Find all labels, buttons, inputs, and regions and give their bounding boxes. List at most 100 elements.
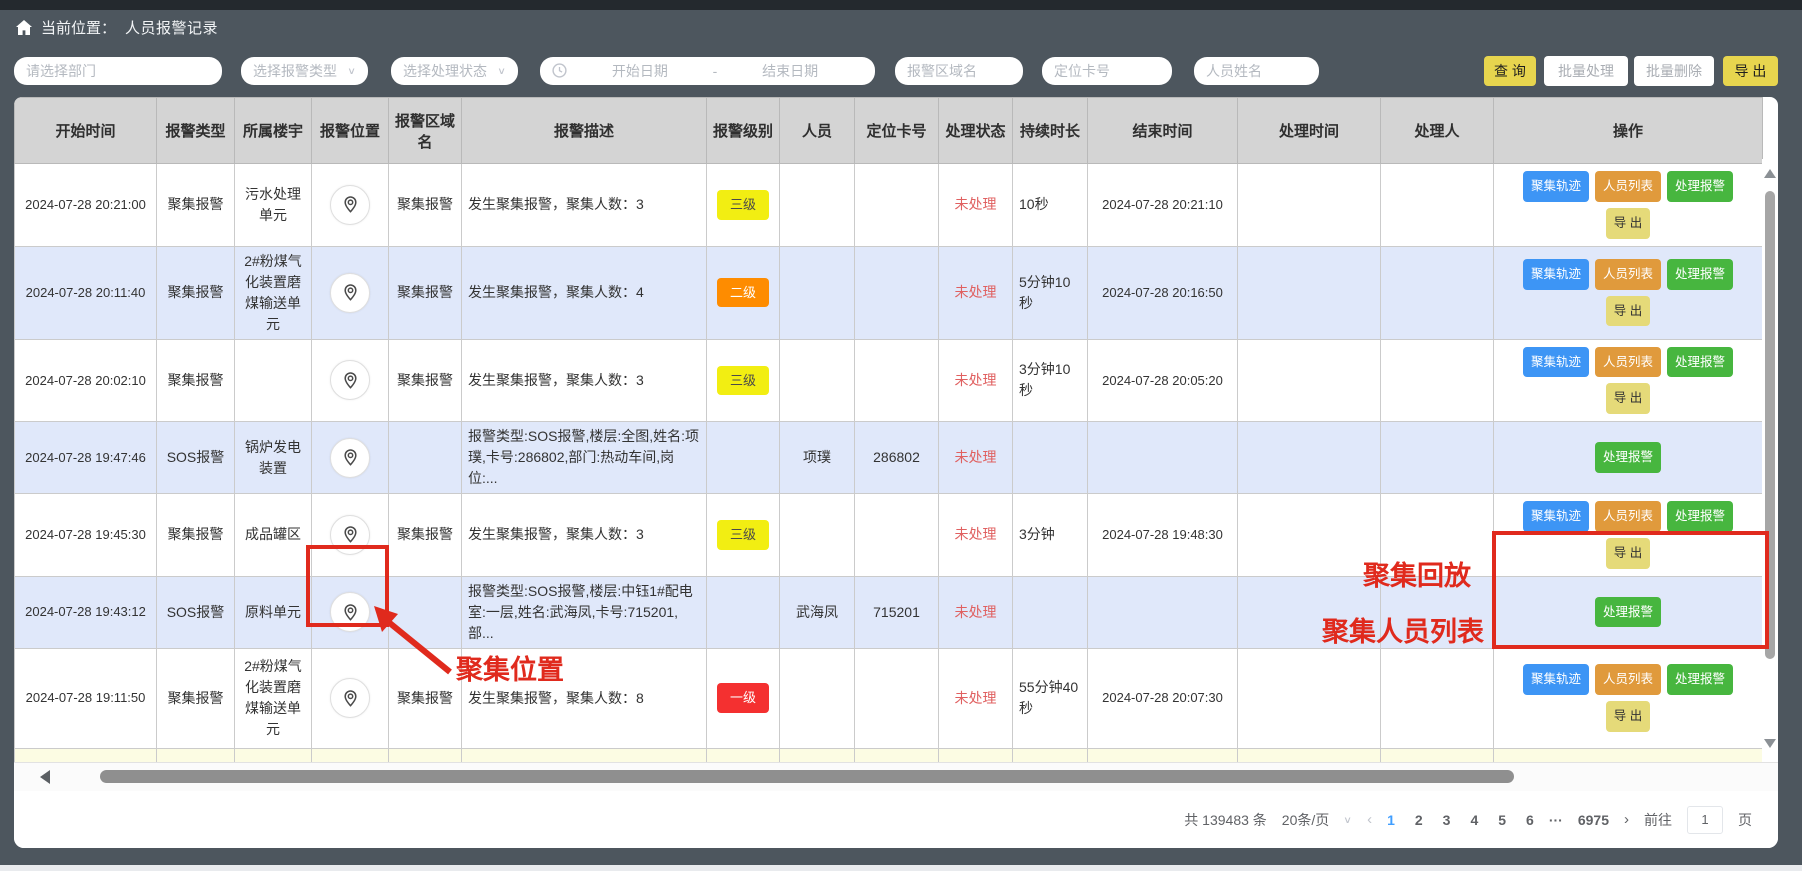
cell-alarm-type: 聚集报警 — [157, 648, 235, 748]
handle-status-select[interactable]: 选择处理状态∨ — [391, 57, 518, 85]
cell-card-number — [855, 339, 939, 422]
page-size-select[interactable]: 20条/页 ∨ — [1282, 810, 1352, 830]
location-pin-icon[interactable] — [330, 360, 370, 400]
cell-alarm-position — [312, 494, 389, 577]
cell-person — [780, 648, 855, 748]
handle-action-button[interactable]: 处理报警 — [1595, 442, 1661, 473]
vertical-scroll-thumb[interactable] — [1765, 191, 1775, 659]
cell-alarm-type: 超员报警 — [157, 748, 235, 762]
cell-alarm-description: 报警类型:SOS报警,楼层:全图,姓名:项璞,卡号:286802,部门:热动车间… — [462, 422, 707, 494]
page-number-button[interactable]: 5 — [1498, 812, 1506, 828]
cell-start-time: 2024-07-28 19:47:46 — [15, 422, 157, 494]
scroll-up-arrow-icon[interactable] — [1764, 169, 1776, 178]
location-pin-icon[interactable] — [330, 592, 370, 632]
end-date-input[interactable]: 结束日期 — [717, 61, 863, 81]
list-action-button[interactable]: 人员列表 — [1595, 259, 1661, 290]
cell-alarm-area: 聚集报警 — [389, 339, 462, 422]
cell-alarm-position — [312, 422, 389, 494]
track-action-button[interactable]: 聚集轨迹 — [1523, 347, 1589, 378]
batch-delete-button[interactable]: 批量删除 — [1634, 56, 1714, 86]
department-input[interactable]: 请选择部门 — [14, 57, 222, 85]
export-action-button[interactable]: 导 出 — [1606, 383, 1650, 414]
location-pin-icon[interactable] — [330, 678, 370, 718]
cell-handler — [1381, 576, 1494, 648]
cell-end-time: 2024-07-28 20:16:50 — [1088, 246, 1238, 339]
handle-action-button[interactable]: 处理报警 — [1667, 347, 1733, 378]
goto-label: 前往 — [1644, 810, 1672, 830]
horizontal-scroll-thumb[interactable] — [100, 770, 1514, 783]
handle-action-button[interactable]: 处理报警 — [1667, 664, 1733, 695]
batch-handle-button[interactable]: 批量处理 — [1544, 56, 1628, 86]
list-action-button[interactable]: 人员列表 — [1595, 501, 1661, 532]
location-pin-icon[interactable] — [330, 185, 370, 225]
page-number-button[interactable]: 4 — [1470, 812, 1478, 828]
cell-alarm-type: 聚集报警 — [157, 494, 235, 577]
cell-alarm-type: SOS报警 — [157, 576, 235, 648]
list-action-button[interactable]: 人员列表 — [1595, 347, 1661, 378]
chevron-down-icon: ∨ — [347, 65, 356, 76]
cell-operations: 处理报警 — [1494, 422, 1763, 494]
card-number-input[interactable]: 定位卡号 — [1042, 57, 1172, 85]
location-pin-icon[interactable] — [330, 515, 370, 555]
table-header: 开始时间报警类型所属楼宇报警位置报警区域名报警描述报警级别人员定位卡号处理状态持… — [15, 98, 1763, 164]
cell-duration: 5分钟10秒 — [1013, 246, 1088, 339]
scroll-left-arrow-icon[interactable] — [40, 770, 50, 784]
location-pin-icon[interactable] — [330, 438, 370, 478]
cell-handler — [1381, 748, 1494, 762]
export-action-button[interactable]: 导 出 — [1606, 701, 1650, 732]
goto-page-input[interactable] — [1687, 806, 1723, 834]
alarm-type-select[interactable]: 选择报警类型∨ — [241, 57, 368, 85]
export-action-button[interactable]: 导 出 — [1606, 208, 1650, 239]
prev-page-button[interactable]: ‹ — [1367, 811, 1372, 828]
alarm-area-input[interactable]: 报警区域名 — [895, 57, 1023, 85]
cell-alarm-type: 聚集报警 — [157, 246, 235, 339]
cell-handle-status: 未处理 — [939, 164, 1013, 247]
cell-alarm-position — [312, 339, 389, 422]
handle-action-button[interactable]: 处理报警 — [1595, 597, 1661, 628]
export-button[interactable]: 导 出 — [1723, 56, 1778, 86]
cell-alarm-type: SOS报警 — [157, 422, 235, 494]
vertical-scrollbar[interactable] — [1762, 159, 1778, 762]
handle-action-button[interactable]: 处理报警 — [1667, 171, 1733, 202]
last-page-button[interactable]: 6975 — [1578, 812, 1609, 828]
person-name-input[interactable]: 人员姓名 — [1194, 57, 1319, 85]
query-button[interactable]: 查 询 — [1484, 56, 1536, 86]
start-date-input[interactable]: 开始日期 — [567, 61, 713, 81]
cell-alarm-type: 聚集报警 — [157, 164, 235, 247]
date-range-picker[interactable]: 开始日期 - 结束日期 — [540, 57, 875, 85]
cell-start-time: 2024-07-28 19:45:30 — [15, 494, 157, 577]
page-ellipsis: ··· — [1549, 812, 1563, 828]
page-number-button[interactable]: 3 — [1443, 812, 1451, 828]
cell-person — [780, 164, 855, 247]
page-number-button[interactable]: 2 — [1415, 812, 1423, 828]
track-action-button[interactable]: 聚集轨迹 — [1523, 259, 1589, 290]
track-action-button[interactable]: 聚集轨迹 — [1523, 171, 1589, 202]
cell-alarm-description: 发生聚集报警，聚集人数：3 — [462, 164, 707, 247]
next-page-button[interactable]: › — [1624, 811, 1629, 828]
export-action-button[interactable]: 导 出 — [1606, 538, 1650, 569]
handle-action-button[interactable]: 处理报警 — [1667, 259, 1733, 290]
cell-handle-status: 未处理 — [939, 246, 1013, 339]
cell-building: 锅炉发电装置 — [235, 422, 312, 494]
column-header: 处理人 — [1381, 98, 1494, 164]
export-action-button[interactable]: 导 出 — [1606, 296, 1650, 327]
column-header: 报警区域名 — [389, 98, 462, 164]
cell-handle-status: 未处理 — [939, 748, 1013, 762]
cell-duration: 3分钟10秒 — [1013, 339, 1088, 422]
alarm-level-badge: 二级 — [717, 278, 769, 308]
horizontal-scrollbar[interactable] — [14, 762, 1778, 791]
page-number-button[interactable]: 1 — [1387, 812, 1395, 828]
track-action-button[interactable]: 聚集轨迹 — [1523, 664, 1589, 695]
cell-alarm-area: 聚集报警 — [389, 164, 462, 247]
track-action-button[interactable]: 聚集轨迹 — [1523, 501, 1589, 532]
cell-card-number: 750401 — [855, 748, 939, 762]
location-pin-icon[interactable] — [330, 273, 370, 313]
cell-handle-status: 未处理 — [939, 494, 1013, 577]
cell-operations: 聚集轨迹人员列表处理报警导 出 — [1494, 339, 1763, 422]
scroll-down-arrow-icon[interactable] — [1764, 739, 1776, 748]
cell-start-time: 2024-07-28 20:11:40 — [15, 246, 157, 339]
list-action-button[interactable]: 人员列表 — [1595, 664, 1661, 695]
page-number-button[interactable]: 6 — [1526, 812, 1534, 828]
handle-action-button[interactable]: 处理报警 — [1667, 501, 1733, 532]
list-action-button[interactable]: 人员列表 — [1595, 171, 1661, 202]
